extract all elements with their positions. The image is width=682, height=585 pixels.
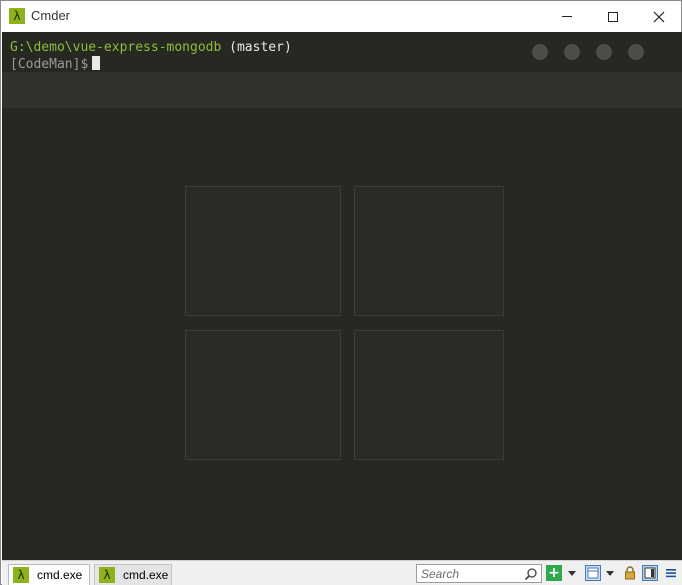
new-console-dropdown-icon[interactable] <box>568 571 576 576</box>
cmder-lambda-icon: λ <box>13 567 29 583</box>
background-ghost-tile <box>185 330 341 460</box>
tab-label: cmd.exe <box>123 568 169 582</box>
split-view-dropdown-icon[interactable] <box>606 571 614 576</box>
terminal-line-prompt: [CodeMan]$ <box>10 56 101 73</box>
maximize-icon <box>608 11 618 22</box>
settings-menu-button[interactable] <box>663 565 679 581</box>
tab-label: cmd.exe <box>37 568 83 582</box>
background-ghost-tile <box>354 186 504 316</box>
cmder-lambda-icon[interactable]: λ <box>9 8 25 24</box>
window-title: Cmder <box>31 8 71 23</box>
git-branch: (master) <box>221 40 292 55</box>
terminal-area[interactable]: G:\demo\vue-express-mongodb (master) [Co… <box>2 32 682 560</box>
new-console-button[interactable]: + <box>546 565 562 581</box>
search-input[interactable]: Search <box>416 564 542 583</box>
close-button[interactable] <box>636 1 682 32</box>
hamburger-menu-icon <box>666 569 676 578</box>
close-icon <box>653 11 665 22</box>
shell-prompt: [CodeMan]$ <box>10 57 89 72</box>
current-path: G:\demo\vue-express-mongodb <box>10 40 222 55</box>
text-cursor <box>92 56 101 70</box>
tab-cmd-2[interactable]: λ cmd.exe <box>94 564 172 585</box>
title-bar[interactable]: λ Cmder <box>1 1 681 32</box>
terminal-line-path: G:\demo\vue-express-mongodb (master) <box>10 40 292 56</box>
panel-view-button[interactable] <box>642 565 658 581</box>
maximize-button[interactable] <box>590 1 636 32</box>
background-ghost-icon <box>628 44 644 60</box>
cmder-lambda-icon: λ <box>99 567 115 583</box>
background-ghost-icon <box>564 44 580 60</box>
search-placeholder: Search <box>421 567 460 581</box>
split-view-button[interactable] <box>585 565 601 581</box>
search-icon[interactable] <box>524 567 538 581</box>
background-ghost-tile <box>354 330 504 460</box>
background-ghost-icon <box>532 44 548 60</box>
panel-view-icon <box>644 567 656 579</box>
lock-icon <box>625 566 635 580</box>
minimize-button[interactable] <box>544 1 590 32</box>
background-ghost-bar <box>2 72 682 108</box>
background-ghost-icon <box>596 44 612 60</box>
lock-button[interactable] <box>622 565 638 581</box>
status-bar: λ cmd.exe λ cmd.exe Search + <box>2 560 682 585</box>
background-ghost-tile <box>185 186 341 316</box>
split-view-icon <box>587 567 599 579</box>
cmder-window: λ Cmder G:\demo\vue-express-mongodb (mas… <box>0 0 682 585</box>
minimize-icon <box>562 16 572 17</box>
tab-cmd-1[interactable]: λ cmd.exe <box>8 564 90 585</box>
